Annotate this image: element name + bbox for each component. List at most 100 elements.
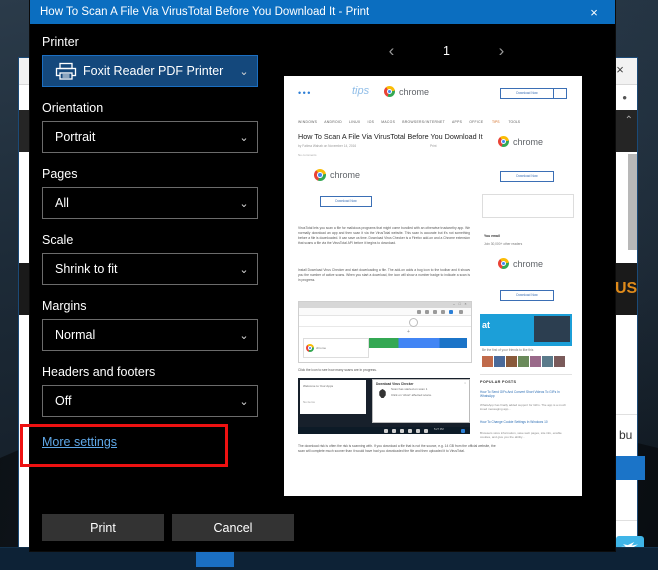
headers-footers-select[interactable]: Off ⌄ <box>42 385 258 417</box>
nav-item[interactable]: OFFICE <box>469 120 483 124</box>
ad-panel <box>534 316 570 342</box>
sidebar-download-button-bottom[interactable]: Download Now <box>500 290 554 301</box>
sidebar-download-button-mid[interactable]: Download Now <box>500 171 554 182</box>
previous-page-icon[interactable]: ‹ <box>382 41 402 61</box>
printer-value: Foxit Reader PDF Printer <box>83 64 224 78</box>
chevron-down-icon: ⌄ <box>239 395 249 408</box>
article-paragraph-2: Install Download Virus Checker and start… <box>298 268 470 282</box>
sidebar-ad-caption: Be the first of your friends to like thi… <box>482 348 534 352</box>
nav-item[interactable]: APPS <box>452 120 462 124</box>
window-controls-icon: ‒ □ × <box>452 302 468 306</box>
cancel-button[interactable]: Cancel <box>172 514 294 541</box>
orientation-select[interactable]: Portrait ⌄ <box>42 121 258 153</box>
chevron-up-icon[interactable]: ⌃ <box>625 115 633 126</box>
chrome-wordmark: chrome <box>513 136 544 147</box>
article-title: How To Scan A File Via VirusTotal Before… <box>298 132 483 141</box>
headers-footers-field-group: Headers and footers Off ⌄ <box>42 364 278 417</box>
site-menu-dots-icon: ••• <box>298 88 312 98</box>
screenshot-toolbar <box>299 308 471 316</box>
sidebar-chrome-brand-2: chrome <box>498 258 543 269</box>
popular-post-title[interactable]: How To Change Cookie Settings In Windows… <box>480 420 572 424</box>
inline-download-button[interactable]: Download Now <box>320 196 372 207</box>
margins-select[interactable]: Normal ⌄ <box>42 319 258 351</box>
sidebar-divider <box>480 374 572 375</box>
printer-select[interactable]: Foxit Reader PDF Printer ⌄ <box>42 55 258 87</box>
popular-post-body: WhatsApp has finally added support for G… <box>480 403 566 411</box>
article-print-link[interactable]: Print <box>430 144 437 148</box>
scale-select[interactable]: Shrink to fit ⌄ <box>42 253 258 285</box>
chrome-logo-icon <box>498 136 509 147</box>
printer-icon <box>53 61 79 81</box>
page-number: 1 <box>443 44 450 58</box>
screenshot-content: + chrome <box>299 316 471 362</box>
scale-field-group: Scale Shrink to fit ⌄ <box>42 232 278 285</box>
site-logo-tips: tips <box>352 85 370 97</box>
nav-item[interactable]: ANDROID <box>324 120 342 124</box>
preview-page: ••• tips chrome Download Now WINDOWS AND… <box>284 76 582 496</box>
chrome-wordmark: chrome <box>330 170 361 180</box>
nav-item[interactable]: WINDOWS <box>298 120 317 124</box>
orientation-field-group: Orientation Portrait ⌄ <box>42 100 278 153</box>
chevron-down-icon: ⌄ <box>239 329 249 342</box>
chrome-wordmark: chrome <box>399 86 430 97</box>
nav-item[interactable]: IOS <box>368 120 375 124</box>
sidebar-download-button-top[interactable]: Download Now <box>500 88 554 99</box>
chrome-logo-icon <box>314 169 326 181</box>
chrome-logo-icon <box>498 258 509 269</box>
close-icon[interactable]: × <box>573 0 615 24</box>
settings-icon <box>433 309 437 314</box>
nav-item[interactable]: MACOS <box>381 120 395 124</box>
article-caption-1: Click the icon to see how many scans are… <box>298 368 377 372</box>
print-preview-pane: ‹ 1 › ••• tips chrome Download Now WINDO… <box>278 24 615 551</box>
sidebar-email-input[interactable] <box>482 194 574 218</box>
printer-label: Printer <box>42 35 79 49</box>
settings-pane: Printer Foxit Reader PDF Printer ⌄ Orien… <box>20 24 294 551</box>
sidebar-email-sub: Join 30,000+ other readers <box>484 242 523 246</box>
scale-label: Scale <box>42 233 74 247</box>
background-blue-button[interactable] <box>615 456 645 480</box>
next-page-icon[interactable]: › <box>492 41 512 61</box>
popular-post-title[interactable]: How To Send GIFs And Convert Short Video… <box>480 390 572 399</box>
download-virus-checker-popup: Download Virus Checker Scan has started … <box>372 379 470 423</box>
pages-value: All <box>55 196 69 210</box>
chevron-down-icon: ⌄ <box>239 197 249 210</box>
taskbar-active-item[interactable] <box>196 552 234 567</box>
headers-footers-value: Off <box>55 394 72 408</box>
sidebar-friend-thumbnails <box>482 356 565 367</box>
site-nav-left: WINDOWS ANDROID LINUX IOS MACOS BROWSERS… <box>298 120 483 124</box>
pages-select[interactable]: All ⌄ <box>42 187 258 219</box>
pages-label: Pages <box>42 167 78 181</box>
page-navigation: ‹ 1 › <box>278 36 615 66</box>
menu-icon <box>459 309 463 314</box>
more-settings-container: More settings <box>42 419 258 451</box>
dialog-button-row: Print Cancel <box>42 514 294 541</box>
ad-badge: at <box>482 320 491 330</box>
nav-item[interactable]: TOOLS <box>509 120 520 124</box>
print-button[interactable]: Print <box>42 514 164 541</box>
preview-sidebar: Download Now <box>480 88 574 99</box>
orientation-label: Orientation <box>42 101 104 115</box>
print-dialog: How To Scan A File Via VirusTotal Before… <box>20 0 615 551</box>
bug-icon <box>449 309 453 314</box>
article-paragraph-3: The download risk is often the risk is s… <box>298 444 496 453</box>
sidebar-chrome-brand: chrome <box>498 136 543 147</box>
margins-value: Normal <box>55 328 96 342</box>
nav-item[interactable]: TIPS <box>492 120 500 124</box>
chevron-down-icon: ⌄ <box>239 263 249 276</box>
nav-item[interactable]: BROWSERS/INTERNET <box>402 120 445 124</box>
chrome-header-brand: chrome <box>384 86 429 97</box>
nav-item[interactable]: LINUX <box>349 120 361 124</box>
list-icon <box>441 309 445 314</box>
chevron-down-icon: ⌄ <box>239 131 249 144</box>
popular-posts-heading: POPULAR POSTS <box>480 380 517 384</box>
orientation-value: Portrait <box>55 130 96 144</box>
more-settings-link[interactable]: More settings <box>42 419 117 449</box>
margins-field-group: Margins Normal ⌄ <box>42 298 278 351</box>
background-browser-scrollbar[interactable] <box>628 154 637 250</box>
sidebar-ad-widget[interactable]: at <box>480 314 572 346</box>
headers-footers-label: Headers and footers <box>42 365 156 379</box>
article-screenshot-dark: Welcome to Your Apps No items Download V… <box>298 378 470 434</box>
article-screenshot-browser: ‒ □ × + chrome <box>298 301 472 363</box>
article-paragraph-1: VirusTotal lets you scan a file for mali… <box>298 226 470 245</box>
chrome-logo-icon <box>384 86 395 97</box>
